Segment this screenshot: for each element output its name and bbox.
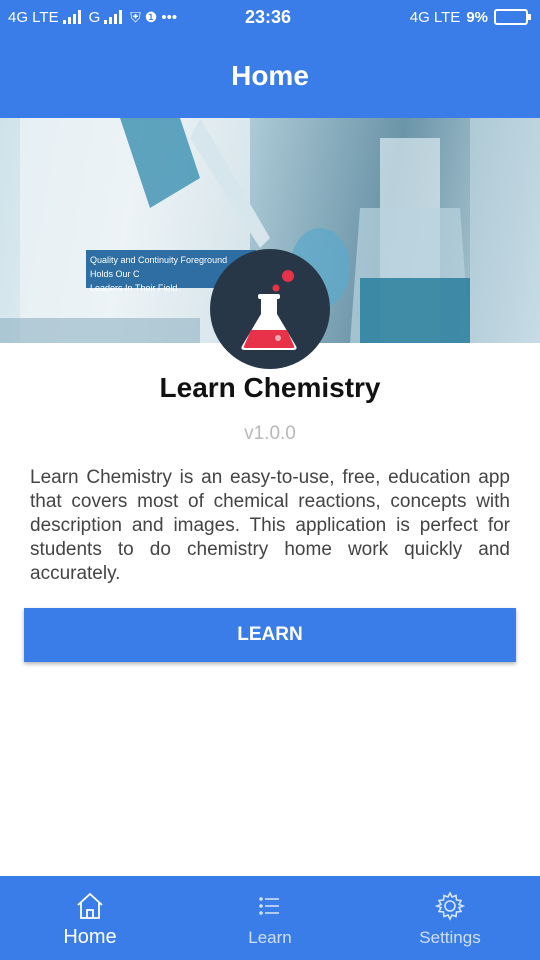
learn-button[interactable]: LEARN — [24, 608, 516, 662]
nav-item-settings[interactable]: Settings — [360, 876, 540, 960]
app-logo — [210, 249, 330, 369]
nav-item-learn[interactable]: Learn — [180, 876, 360, 960]
network-g-label: G — [88, 8, 101, 26]
app-name: Learn Chemistry — [159, 372, 381, 403]
nav-label-home: Home — [63, 926, 117, 948]
network-label: 4G LTE — [8, 8, 59, 26]
clock: 23:36 — [245, 6, 292, 27]
signal-icon — [62, 10, 81, 24]
flask-icon — [241, 270, 297, 350]
page-title: Home — [231, 60, 309, 91]
app-version: v1.0.0 — [244, 423, 296, 444]
gear-icon — [435, 890, 465, 922]
alert-icon: ❶ — [144, 8, 158, 25]
battery-percent: 9% — [466, 8, 488, 26]
signal-icon-2 — [104, 10, 123, 24]
network-right-label: 4G LTE — [409, 8, 461, 26]
battery-icon — [494, 9, 531, 25]
nav-item-home[interactable]: Home — [0, 876, 180, 960]
list-icon — [257, 890, 283, 922]
app-bar: Home — [0, 34, 540, 118]
home-icon — [75, 890, 105, 922]
bottom-nav: Home Learn Settings — [0, 876, 540, 960]
nav-label-learn: Learn — [248, 928, 292, 947]
shield-icon: ⛨ — [130, 8, 141, 25]
status-bar: 4G LTE G ⛨ ❶ ••• 23:36 4G LTE 9% — [0, 0, 540, 34]
app-description: Learn Chemistry is an easy-to-use, free,… — [30, 467, 510, 584]
more-dots: ••• — [161, 8, 178, 26]
nav-label-settings: Settings — [419, 928, 481, 947]
